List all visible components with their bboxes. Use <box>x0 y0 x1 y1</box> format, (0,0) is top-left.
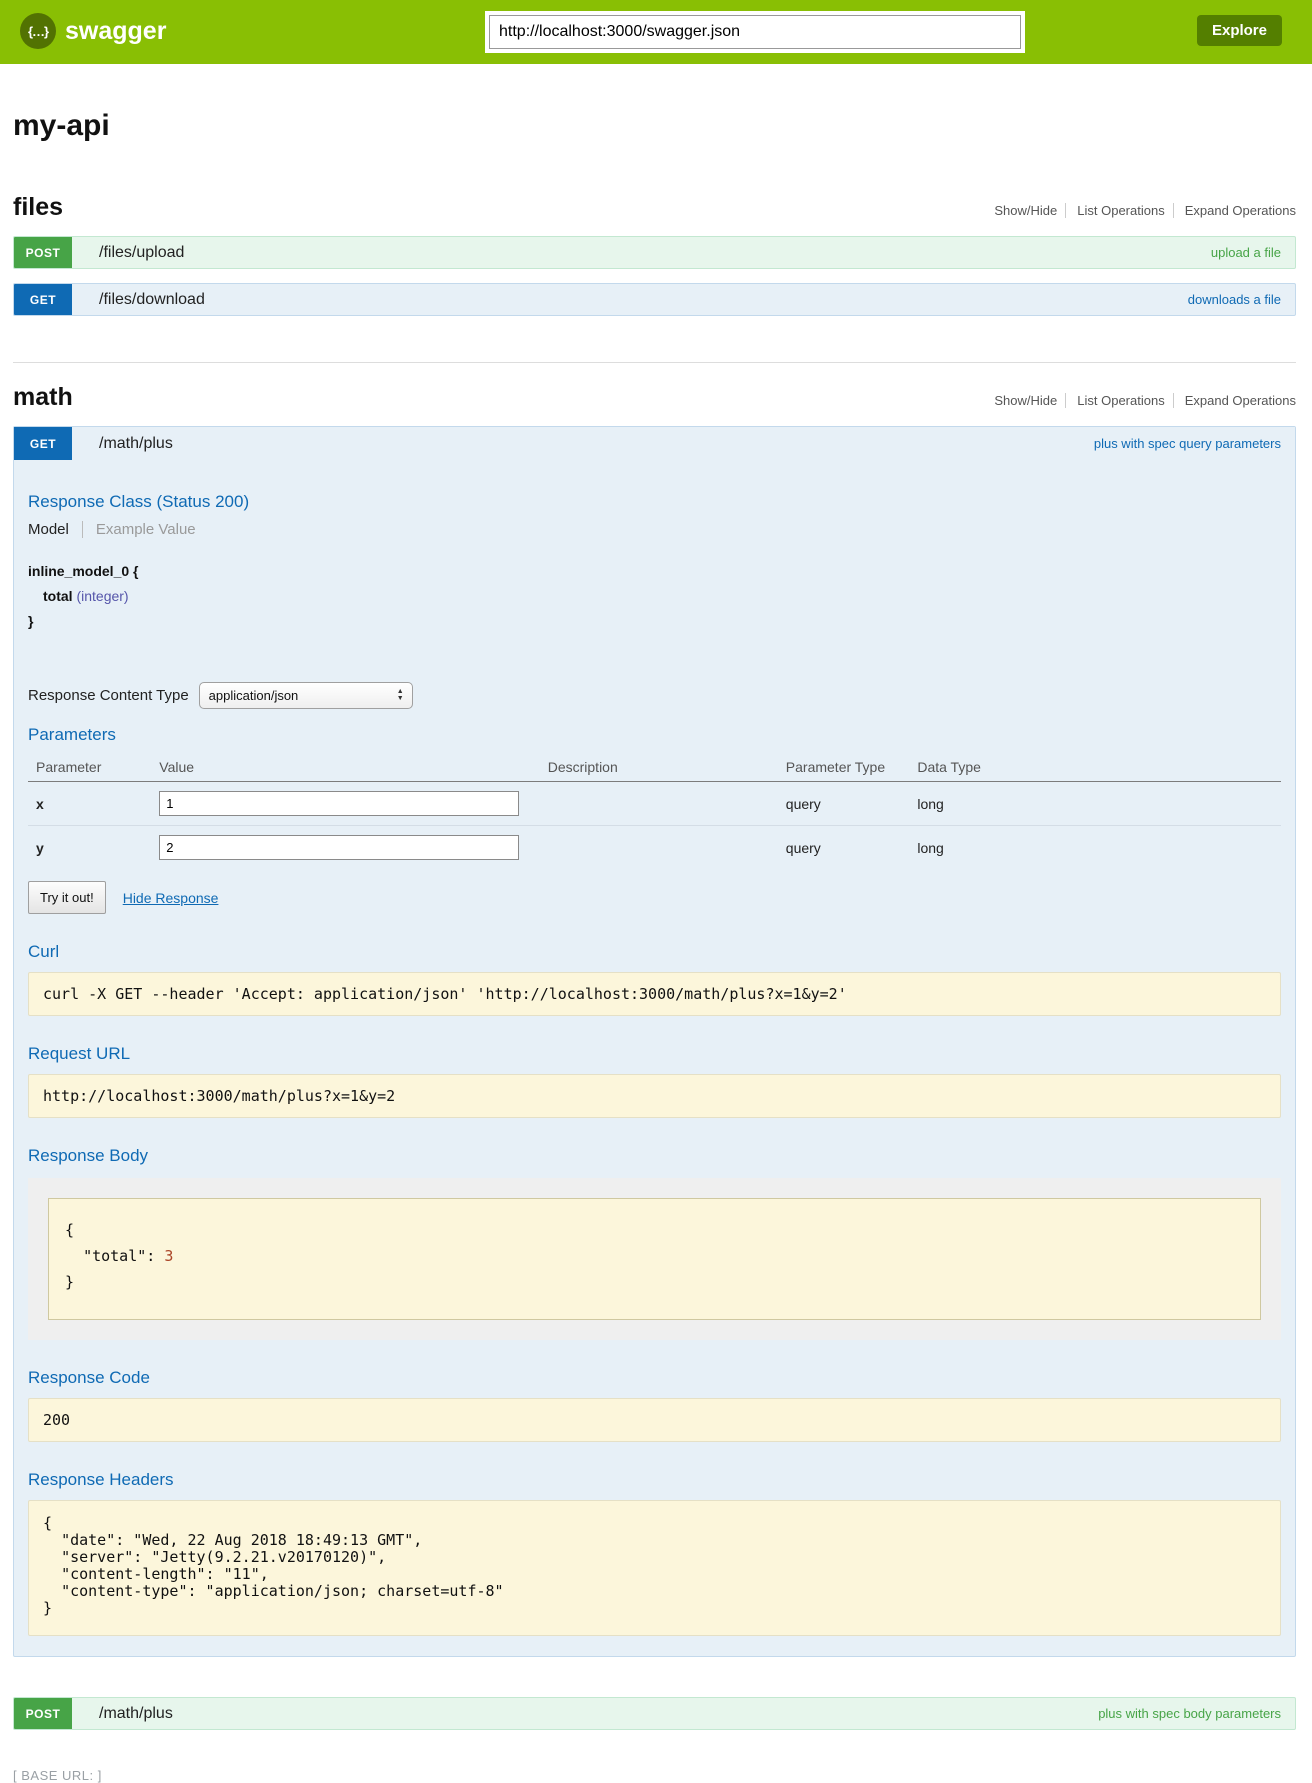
explore-button[interactable]: Explore <box>1197 15 1282 46</box>
response-body: { "total": 3 } <box>48 1198 1261 1320</box>
operation-summary: downloads a file <box>1188 292 1281 307</box>
request-url-heading: Request URL <box>28 1044 1281 1064</box>
response-class-heading: Response Class (Status 200) <box>28 492 1281 512</box>
parameter-value-input-y[interactable] <box>159 835 519 860</box>
swagger-logo[interactable]: {…} swagger <box>20 13 166 49</box>
operation-row-files-upload[interactable]: POST /files/upload upload a file <box>13 236 1296 269</box>
col-header-data-type: Data Type <box>911 753 1281 782</box>
method-badge-post: POST <box>14 237 72 268</box>
model-property: total (integer) <box>28 584 1281 609</box>
base-url-footer: [ BASE URL: ] <box>13 1768 1312 1783</box>
swagger-logo-text: swagger <box>65 17 166 46</box>
col-header-parameter-type: Parameter Type <box>780 753 912 782</box>
json-number: 3 <box>155 1247 173 1265</box>
model-close-brace: } <box>28 609 1281 634</box>
parameter-data-type: long <box>911 826 1281 870</box>
page-title: my-api <box>13 109 1296 143</box>
section-title-math[interactable]: math <box>13 383 73 412</box>
parameter-type: query <box>780 782 912 826</box>
method-badge-post: POST <box>14 1698 72 1729</box>
section-options-files: Show/Hide List Operations Expand Operation… <box>994 203 1296 218</box>
col-header-parameter: Parameter <box>28 753 153 782</box>
request-url: http://localhost:3000/math/plus?x=1&y=2 <box>28 1074 1281 1118</box>
json-key: "total": <box>83 1247 155 1265</box>
parameter-row-x: x query long <box>28 782 1281 826</box>
model-property-type: (integer) <box>76 588 128 604</box>
operation-path[interactable]: /files/upload <box>99 244 184 262</box>
tab-model[interactable]: Model <box>28 521 83 538</box>
main-content: my-api files Show/Hide List Operations Exp… <box>13 109 1296 1730</box>
parameter-data-type: long <box>911 782 1281 826</box>
response-body-heading: Response Body <box>28 1146 1281 1166</box>
section-header-files: files Show/Hide List Operations Expand Ope… <box>13 193 1296 222</box>
parameter-row-y: y query long <box>28 826 1281 870</box>
actions-row: Try it out! Hide Response <box>28 881 1281 914</box>
parameter-name: x <box>28 782 153 826</box>
operation-content: Response Class (Status 200) Model Exampl… <box>14 460 1295 1656</box>
operation-row-math-plus-get[interactable]: GET /math/plus plus with spec query para… <box>14 427 1295 460</box>
col-header-value: Value <box>153 753 541 782</box>
operation-path[interactable]: /math/plus <box>99 435 173 453</box>
method-badge-get: GET <box>14 284 72 315</box>
response-content-type-label: Response Content Type <box>28 687 189 704</box>
col-header-description: Description <box>542 753 780 782</box>
model-tabs: Model Example Value <box>28 521 1281 538</box>
section-divider <box>13 362 1296 363</box>
parameter-description <box>542 826 780 870</box>
list-operations-link[interactable]: List Operations <box>1065 203 1164 218</box>
hide-response-link[interactable]: Hide Response <box>123 890 219 906</box>
response-code: 200 <box>28 1398 1281 1442</box>
expand-operations-link[interactable]: Expand Operations <box>1173 203 1296 218</box>
operation-summary: plus with spec query parameters <box>1094 436 1281 451</box>
response-headers: { "date": "Wed, 22 Aug 2018 18:49:13 GMT… <box>28 1500 1281 1636</box>
section-header-math: math Show/Hide List Operations Expand Oper… <box>13 383 1296 412</box>
section-options-math: Show/Hide List Operations Expand Operation… <box>994 393 1296 408</box>
parameter-type: query <box>780 826 912 870</box>
parameters-heading: Parameters <box>28 725 1281 745</box>
parameters-header-row: Parameter Value Description Parameter Ty… <box>28 753 1281 782</box>
swagger-logo-icon: {…} <box>20 13 56 49</box>
parameter-description <box>542 782 780 826</box>
response-content-type-select[interactable]: application/json <box>199 682 413 709</box>
operation-block-math-plus-get: GET /math/plus plus with spec query para… <box>13 426 1296 1657</box>
curl-command: curl -X GET --header 'Accept: applicatio… <box>28 972 1281 1016</box>
operation-row-math-plus-post[interactable]: POST /math/plus plus with spec body para… <box>13 1697 1296 1730</box>
expand-operations-link[interactable]: Expand Operations <box>1173 393 1296 408</box>
operation-summary: upload a file <box>1211 245 1281 260</box>
operation-path[interactable]: /files/download <box>99 291 205 309</box>
tab-example-value[interactable]: Example Value <box>83 521 196 538</box>
operation-row-files-download[interactable]: GET /files/download downloads a file <box>13 283 1296 316</box>
api-url-input[interactable] <box>489 15 1021 49</box>
operation-summary: plus with spec body parameters <box>1098 1706 1281 1721</box>
method-badge-get: GET <box>14 427 72 460</box>
show-hide-link[interactable]: Show/Hide <box>994 393 1057 408</box>
response-content-type-row: Response Content Type application/json ▲… <box>28 682 1281 709</box>
response-headers-heading: Response Headers <box>28 1470 1281 1490</box>
curl-heading: Curl <box>28 942 1281 962</box>
try-it-out-button[interactable]: Try it out! <box>28 881 106 914</box>
response-body-container: { "total": 3 } <box>28 1178 1281 1340</box>
section-title-files[interactable]: files <box>13 193 63 222</box>
response-code-heading: Response Code <box>28 1368 1281 1388</box>
show-hide-link[interactable]: Show/Hide <box>994 203 1057 218</box>
model-signature: inline_model_0 { total (integer) } <box>28 559 1281 634</box>
model-name: inline_model_0 { <box>28 559 1281 584</box>
top-bar: {…} swagger Explore <box>0 0 1312 64</box>
parameter-name: y <box>28 826 153 870</box>
parameters-table: Parameter Value Description Parameter Ty… <box>28 753 1281 869</box>
parameter-value-input-x[interactable] <box>159 791 519 816</box>
operation-path[interactable]: /math/plus <box>99 1705 173 1723</box>
list-operations-link[interactable]: List Operations <box>1065 393 1164 408</box>
